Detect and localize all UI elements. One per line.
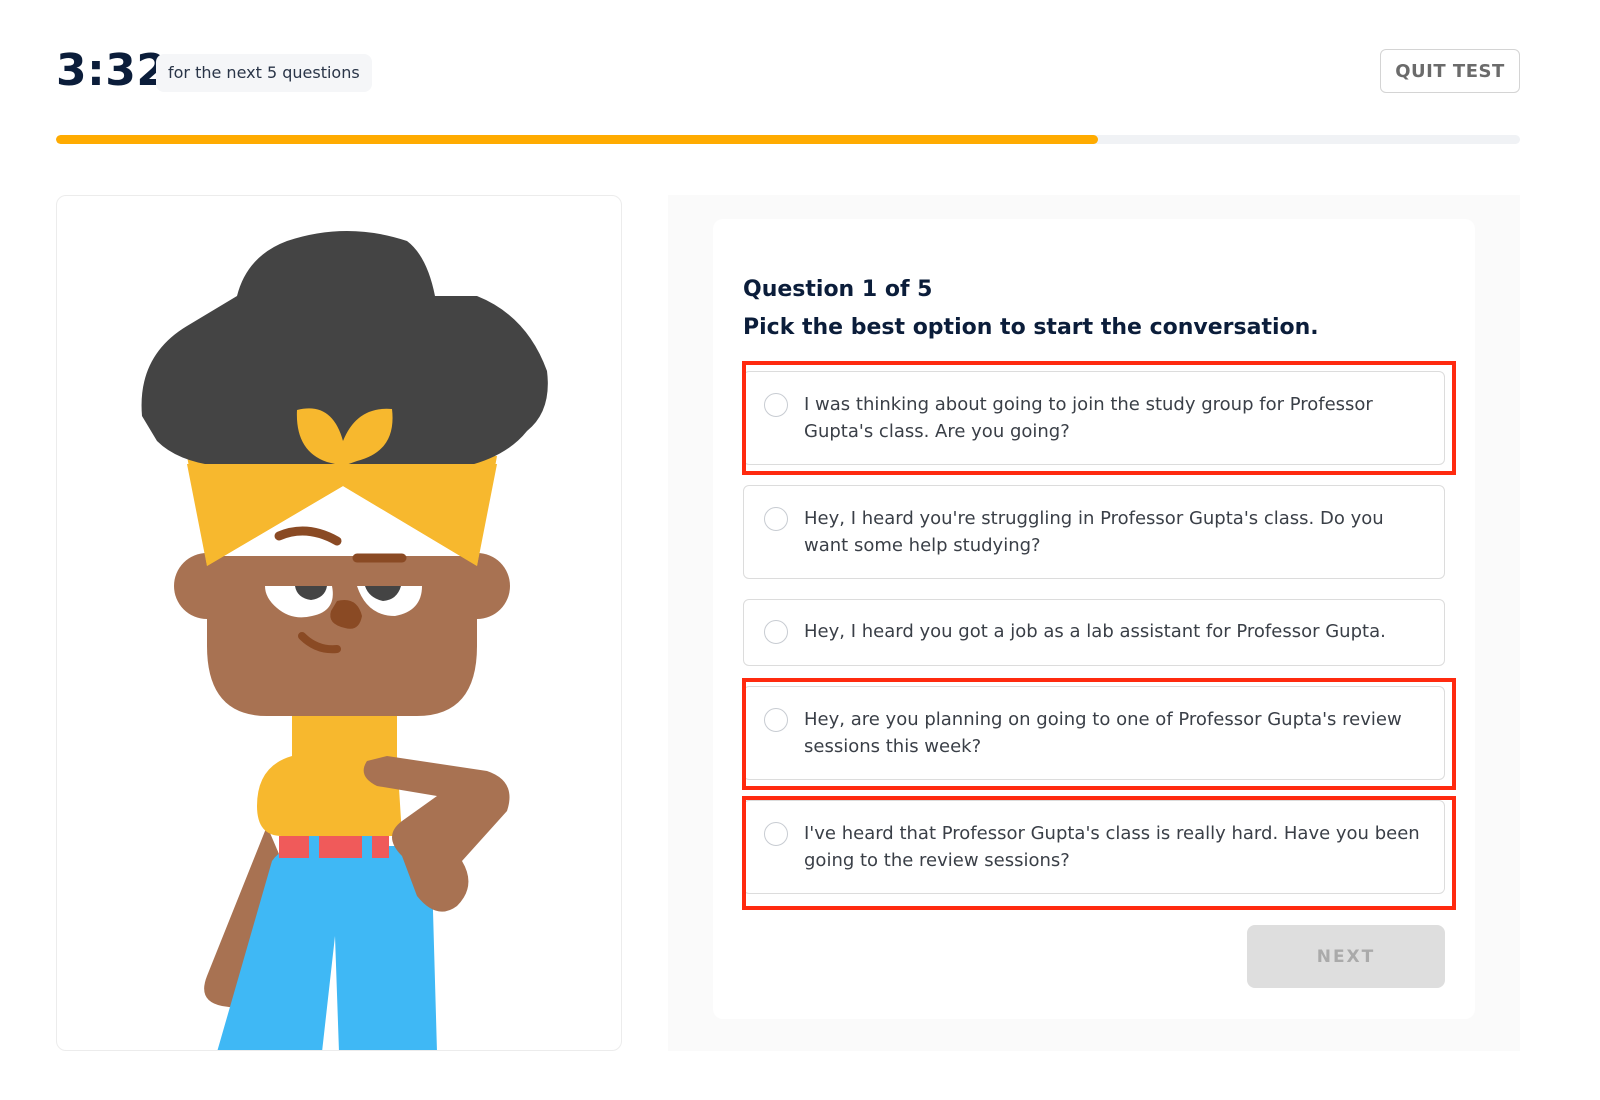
radio-button-icon[interactable] bbox=[764, 620, 788, 644]
character-illustration-card bbox=[56, 195, 622, 1051]
progress-bar bbox=[56, 135, 1520, 144]
question-prompt: Pick the best option to start the conver… bbox=[743, 315, 1319, 340]
radio-button-icon[interactable] bbox=[764, 822, 788, 846]
answer-option-text: Hey, I heard you got a job as a lab assi… bbox=[804, 621, 1386, 642]
countdown-timer: 3:32 bbox=[56, 45, 168, 96]
answer-option-3[interactable]: Hey, I heard you got a job as a lab assi… bbox=[743, 599, 1445, 666]
character-illustration bbox=[141, 231, 548, 1050]
timer-note: for the next 5 questions bbox=[156, 54, 372, 92]
character-left-brow bbox=[274, 526, 342, 546]
quit-test-button[interactable]: QUIT TEST bbox=[1380, 49, 1520, 93]
answer-option-1[interactable]: I was thinking about going to join the s… bbox=[743, 371, 1445, 465]
question-card: Question 1 of 5 Pick the best option to … bbox=[713, 219, 1475, 1019]
character-belt bbox=[279, 836, 389, 858]
progress-bar-fill bbox=[56, 135, 1099, 144]
next-button[interactable]: NEXT bbox=[1247, 925, 1445, 988]
question-number: Question 1 of 5 bbox=[743, 277, 933, 302]
answer-option-text: I was thinking about going to join the s… bbox=[804, 394, 1373, 442]
character-face bbox=[207, 556, 477, 716]
character-hair bbox=[141, 231, 548, 466]
radio-button-icon[interactable] bbox=[764, 507, 788, 531]
answer-option-text: I've heard that Professor Gupta's class … bbox=[804, 823, 1420, 871]
test-header: 3:32 for the next 5 questions QUIT TEST bbox=[56, 44, 1520, 96]
radio-button-icon[interactable] bbox=[764, 708, 788, 732]
answer-option-text: Hey, are you planning on going to one of… bbox=[804, 709, 1402, 757]
radio-button-icon[interactable] bbox=[764, 393, 788, 417]
question-panel: Question 1 of 5 Pick the best option to … bbox=[668, 195, 1520, 1051]
answer-option-5[interactable]: I've heard that Professor Gupta's class … bbox=[743, 800, 1445, 894]
answer-option-4[interactable]: Hey, are you planning on going to one of… bbox=[743, 686, 1445, 780]
answer-option-text: Hey, I heard you're struggling in Profes… bbox=[804, 508, 1384, 556]
answer-option-2[interactable]: Hey, I heard you're struggling in Profes… bbox=[743, 485, 1445, 579]
